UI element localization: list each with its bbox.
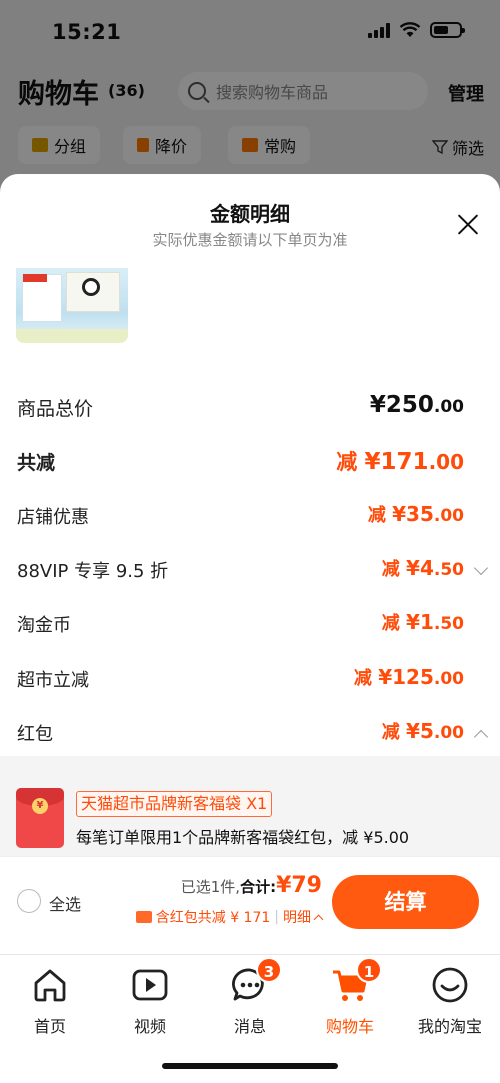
row-value: 减 ¥1.50 [381,610,464,634]
red-packet-icon: ¥ [16,788,64,848]
home-indicator [162,1063,338,1069]
profile-smile-icon [430,965,470,1005]
row-red-packet[interactable]: 红包 减 ¥5.00 [0,714,500,754]
row-supermarket-discount: 超市立减 减 ¥125.00 [0,660,500,700]
row-label: 红包 [17,724,53,745]
row-label: 淘金币 [17,615,71,636]
row-label: 店铺优惠 [17,507,89,528]
tab-home[interactable]: 首页 [0,965,100,1037]
select-all-radio[interactable] [17,889,41,913]
row-label: 共减 [17,452,56,474]
row-label: 商品总价 [17,398,94,420]
select-all-label[interactable]: 全选 [49,891,81,915]
cart-badge: 1 [356,957,382,983]
red-packet-tag: 天猫超市品牌新客福袋 X1 [76,791,273,817]
row-shop-discount: 店铺优惠 减 ¥35.00 [0,497,500,537]
close-icon[interactable] [456,212,480,236]
row-taojinbi: 淘金币 减 ¥1.50 [0,605,500,645]
row-value: 减 ¥4.50 [381,556,464,580]
message-icon: 3 [230,957,282,1005]
cart-icon: 1 [330,957,382,1005]
total-summary: 已选1件,合计:¥79 [180,873,322,898]
sheet-subtitle: 实际优惠金额请以下单页为准 [152,231,348,249]
chevron-up-icon [313,914,324,924]
chevron-down-icon[interactable] [473,560,489,576]
checkout-button[interactable]: 结算 [332,875,479,929]
tab-video[interactable]: 视频 [100,965,200,1037]
row-value: 减 ¥35.00 [367,502,464,526]
sheet-title: 金额明细 [210,202,290,226]
row-total-price: 商品总价 ¥250.00 [0,388,500,428]
red-packet-detail: ¥ 天猫超市品牌新客福袋 X1 每笔订单限用1个品牌新客福袋红包，减 ¥5.00 [0,756,500,856]
tab-cart[interactable]: 1 购物车 [300,957,400,1037]
row-label: 超市立减 [17,670,89,691]
home-icon [30,965,70,1005]
row-value: ¥250.00 [369,392,464,418]
cart-background: 15:21 购物车 (36) 搜索购物车商品 管理 分组 降价 常购 筛选 [0,0,500,180]
amount-detail-sheet: 金额明细 实际优惠金额请以下单页为准 商品总价 ¥250.00 共减 减 ¥17… [0,174,500,954]
row-value: 减 ¥125.00 [353,665,464,689]
video-icon [130,965,170,1005]
checkout-bar: 全选 已选1件,合计:¥79 含红包共减 ¥ 171 | 明细 结算 [0,856,500,954]
row-total-discount: 共减 减 ¥171.00 [0,442,500,482]
row-value: 减 ¥171.00 [336,449,464,475]
product-thumbnail [16,268,128,343]
discount-detail-toggle[interactable]: 含红包共减 ¥ 171 | 明细 [135,907,324,927]
row-value: 减 ¥5.00 [381,719,464,743]
modal-overlay[interactable] [0,0,500,180]
ticket-icon [135,911,152,923]
tab-my-taobao[interactable]: 我的淘宝 [400,965,500,1037]
row-88vip-discount[interactable]: 88VIP 专享 9.5 折 减 ¥4.50 [0,551,500,591]
message-badge: 3 [256,957,282,983]
row-label: 88VIP 专享 9.5 折 [17,561,169,582]
red-packet-desc: 每笔订单限用1个品牌新客福袋红包，减 ¥5.00 [76,828,410,847]
tab-messages[interactable]: 3 消息 [200,957,300,1037]
chevron-up-icon[interactable] [473,729,489,745]
